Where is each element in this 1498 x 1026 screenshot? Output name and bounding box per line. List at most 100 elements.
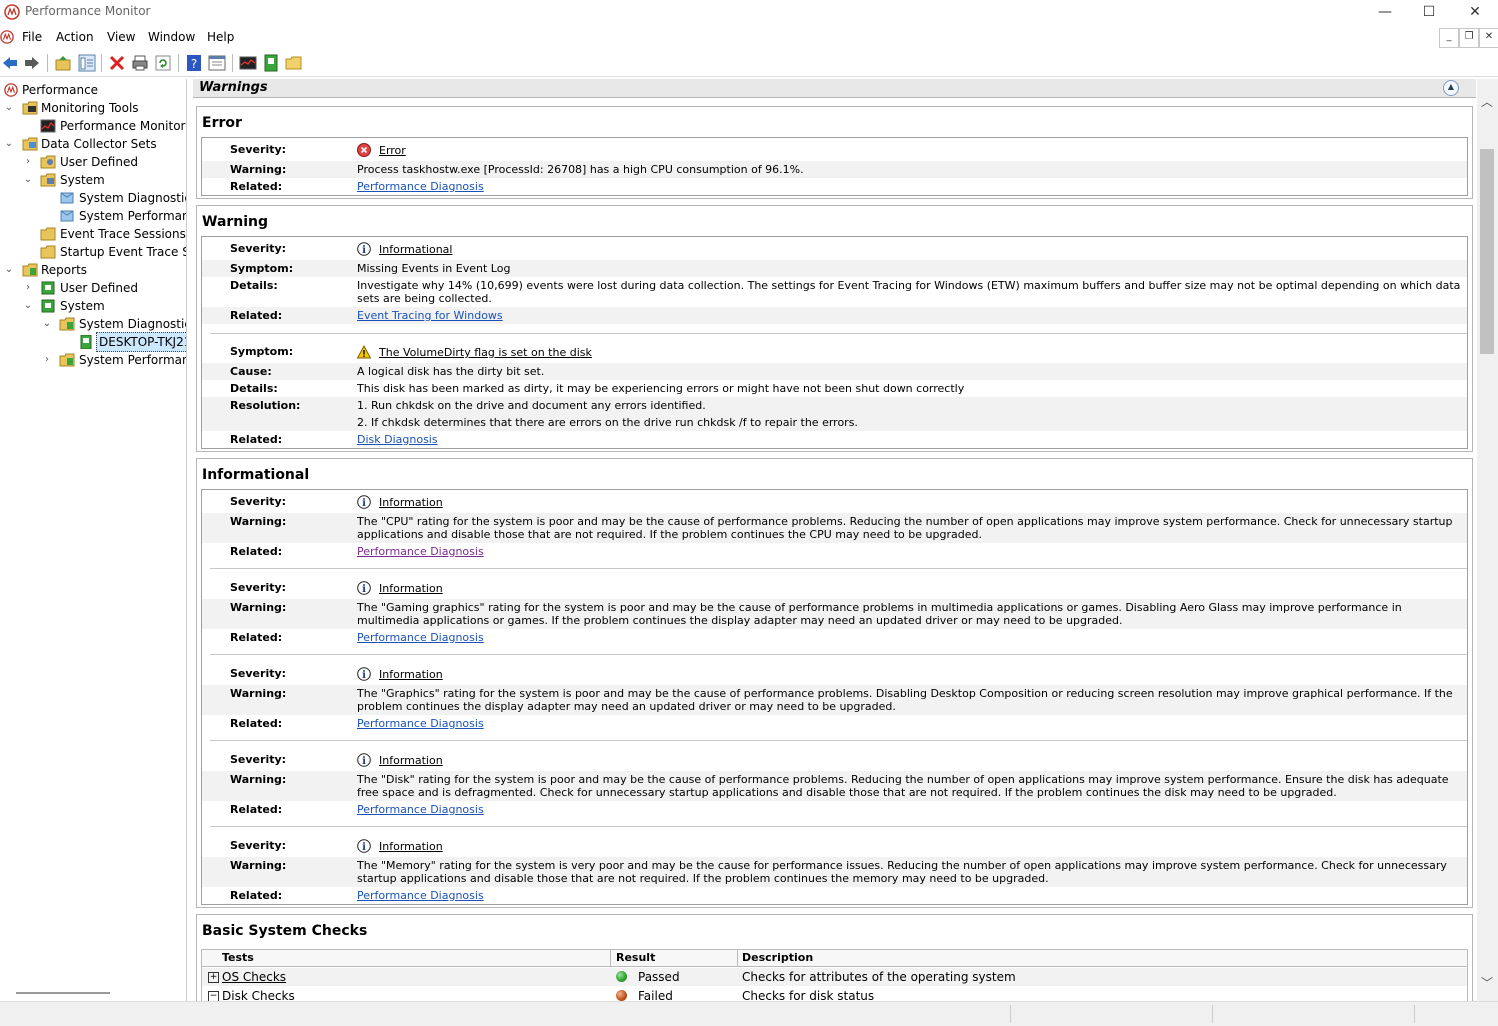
- test-link[interactable]: OS Checks: [222, 969, 286, 985]
- folder-report-icon: [59, 353, 75, 367]
- resolution-step-1: 1. Run chkdsk on the drive and document …: [357, 399, 706, 412]
- scroll-up-icon[interactable]: ︿: [1481, 93, 1493, 110]
- tree-label: System: [60, 173, 105, 187]
- menu-file[interactable]: File: [22, 30, 42, 44]
- section-title: Warning: [202, 214, 269, 230]
- field-label: Cause:: [230, 365, 272, 378]
- status-cell: [1414, 1005, 1495, 1023]
- related-link[interactable]: Performance Diagnosis: [357, 889, 484, 902]
- scroll-down-icon[interactable]: ﹀: [1481, 974, 1493, 991]
- mdi-close-button[interactable]: ✕: [1479, 28, 1498, 48]
- column-header-tests[interactable]: Tests: [222, 950, 611, 966]
- report-folder-icon: [41, 299, 55, 313]
- chevron-down-icon[interactable]: ⌄: [22, 171, 34, 189]
- data-collector-set-icon: [60, 210, 74, 222]
- related-link[interactable]: Performance Diagnosis: [357, 803, 484, 816]
- minimize-button[interactable]: —: [1362, 0, 1408, 24]
- severity-value[interactable]: Information: [379, 496, 443, 509]
- info-icon: i: [357, 839, 371, 853]
- column-header-result[interactable]: Result: [616, 950, 738, 966]
- symptom-text: Missing Events in Event Log: [357, 262, 511, 275]
- tree-horizontal-scrollbar[interactable]: [16, 992, 110, 994]
- chevron-right-icon[interactable]: ›: [22, 153, 34, 171]
- properties-icon[interactable]: [208, 54, 226, 72]
- related-link[interactable]: Performance Diagnosis: [357, 631, 484, 644]
- field-label: Warning:: [230, 515, 287, 528]
- scroll-thumb[interactable]: [1480, 149, 1494, 354]
- up-folder-icon[interactable]: [54, 54, 72, 72]
- informational-section: Informational Severity: i Information War…: [196, 458, 1473, 908]
- tree-label: System Diagnostics: [79, 317, 187, 331]
- info-icon: i: [357, 581, 371, 595]
- tree-label: System Diagnostics: [79, 191, 187, 205]
- mdi-restore-button[interactable]: ❐: [1459, 28, 1479, 48]
- collapse-minus-icon[interactable]: −: [208, 991, 219, 1001]
- content-vertical-scrollbar[interactable]: ︿ ﹀: [1477, 79, 1498, 1001]
- print-icon[interactable]: [131, 54, 149, 72]
- severity-value[interactable]: Information: [379, 582, 443, 595]
- info-icon: i: [357, 495, 371, 509]
- severity-value[interactable]: Informational: [379, 243, 452, 256]
- chevron-right-icon[interactable]: ›: [22, 279, 34, 297]
- warning-text: The "Memory" rating for the system is ve…: [357, 859, 1447, 885]
- back-arrow-icon[interactable]: [1, 54, 19, 72]
- related-link[interactable]: Event Tracing for Windows: [357, 309, 503, 322]
- severity-value[interactable]: Information: [379, 840, 443, 853]
- chevron-down-icon[interactable]: ⌄: [3, 261, 15, 279]
- chevron-down-icon[interactable]: ⌄: [3, 135, 15, 153]
- failed-status-icon: [616, 990, 627, 1001]
- field-label: Details:: [230, 279, 278, 292]
- chevron-down-icon[interactable]: ⌄: [3, 99, 15, 117]
- section-title: Error: [202, 115, 242, 131]
- severity-value[interactable]: Error: [379, 144, 406, 157]
- section-title: Basic System Checks: [202, 923, 368, 939]
- folder-icon: [40, 245, 56, 259]
- performance-icon: [4, 83, 18, 97]
- collapse-icon[interactable]: ▲: [1443, 80, 1459, 96]
- close-button[interactable]: ✕: [1452, 0, 1498, 24]
- info-icon: i: [357, 753, 371, 767]
- svg-text:?: ?: [191, 57, 197, 71]
- cause-text: A logical disk has the dirty bit set.: [357, 365, 545, 378]
- related-link[interactable]: Performance Diagnosis: [357, 180, 484, 193]
- menu-window[interactable]: Window: [148, 30, 195, 44]
- data-collector-set-icon: [60, 192, 74, 204]
- expand-plus-icon[interactable]: +: [208, 972, 219, 983]
- delete-icon[interactable]: [108, 54, 126, 72]
- related-link[interactable]: Performance Diagnosis: [357, 545, 484, 558]
- field-label: Related:: [230, 889, 283, 902]
- toolbar: ?: [0, 50, 1498, 77]
- open-folder-icon[interactable]: [285, 54, 303, 72]
- severity-value[interactable]: Information: [379, 754, 443, 767]
- mdi-minimize-button[interactable]: _: [1439, 28, 1459, 48]
- help-icon[interactable]: ?: [185, 54, 203, 72]
- field-label: Severity:: [230, 753, 287, 766]
- test-link[interactable]: Disk Checks: [222, 988, 295, 1001]
- folder-tools-icon: [22, 101, 38, 115]
- mdi-system-menu-icon[interactable]: [0, 30, 14, 44]
- monitor-chart-icon: [40, 119, 56, 133]
- maximize-button[interactable]: ☐: [1406, 0, 1452, 24]
- chevron-down-icon[interactable]: ⌄: [41, 315, 53, 333]
- chevron-down-icon[interactable]: ⌄: [22, 297, 34, 315]
- related-link[interactable]: Performance Diagnosis: [357, 717, 484, 730]
- report-view-icon[interactable]: [262, 54, 280, 72]
- forward-arrow-icon[interactable]: [23, 54, 41, 72]
- table-row: − Disk Checks Failed Checks for disk sta…: [202, 987, 1467, 1001]
- symptom-link[interactable]: The VolumeDirty flag is set on the disk: [379, 346, 592, 359]
- severity-value[interactable]: Information: [379, 668, 443, 681]
- show-hide-console-tree-icon[interactable]: [78, 54, 96, 72]
- menu-action[interactable]: Action: [56, 30, 94, 44]
- basic-checks-table: Tests Result Description + OS Checks Pas…: [201, 949, 1468, 1001]
- performance-monitor-view-icon[interactable]: [239, 54, 257, 72]
- warning-section: Warning Severity: i Informational Symptom…: [196, 205, 1473, 452]
- chevron-right-icon[interactable]: ›: [41, 351, 53, 369]
- menu-view[interactable]: View: [107, 30, 135, 44]
- refresh-icon[interactable]: [154, 54, 172, 72]
- related-link[interactable]: Disk Diagnosis: [357, 433, 438, 446]
- field-label: Warning:: [230, 163, 287, 176]
- menu-help[interactable]: Help: [207, 30, 234, 44]
- field-label: Symptom:: [230, 262, 294, 275]
- column-header-description[interactable]: Description: [742, 950, 1465, 966]
- svg-text:i: i: [362, 670, 366, 681]
